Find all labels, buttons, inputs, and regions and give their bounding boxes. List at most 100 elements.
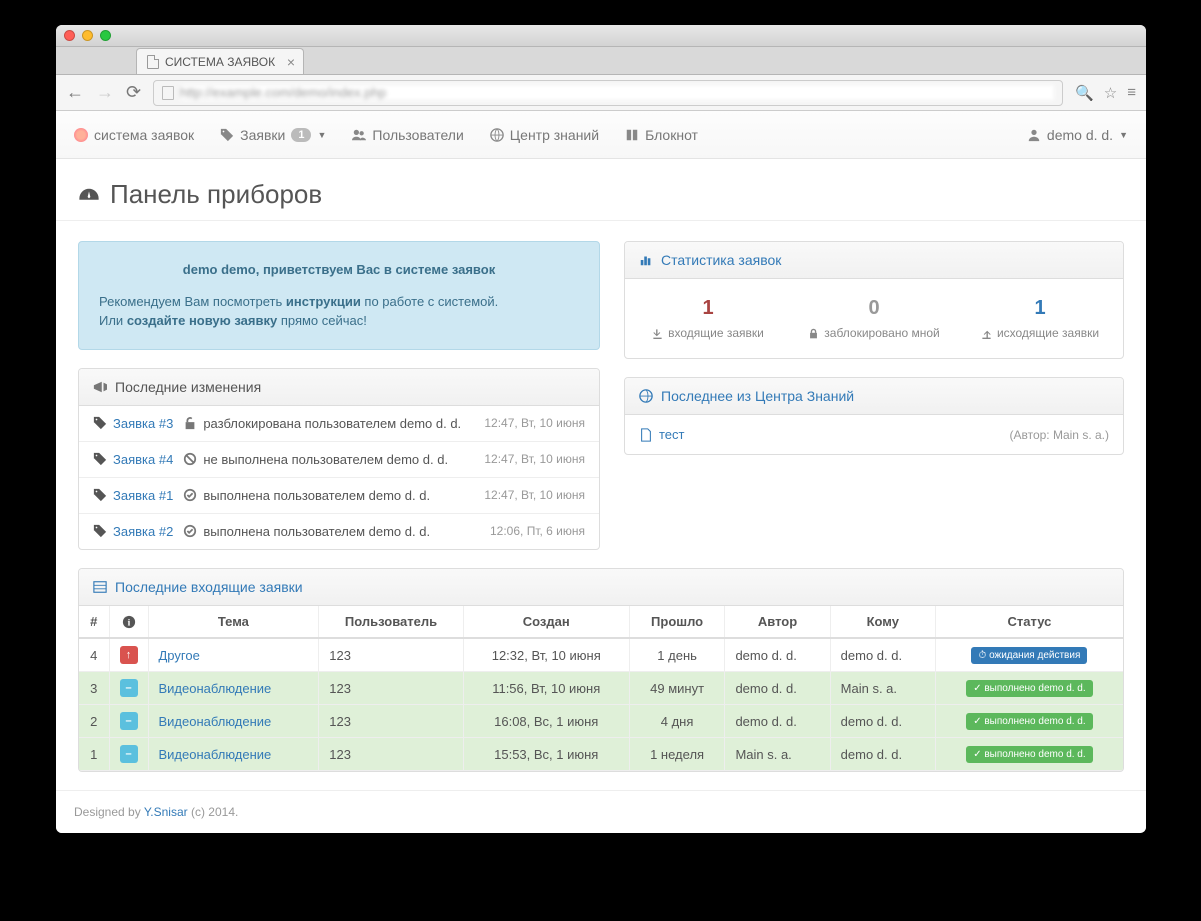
tab-close-icon[interactable]: × (287, 55, 295, 69)
book-icon (625, 128, 639, 142)
col-elapsed: Прошло (629, 606, 725, 639)
stat-outgoing[interactable]: 1 исходящие заявки (957, 297, 1123, 340)
window-zoom-icon[interactable] (100, 30, 111, 41)
nav-user-menu[interactable]: demo d. d. ▼ (1027, 127, 1128, 143)
page-icon (162, 86, 174, 100)
status-badge: ⏱ ожидания действия (971, 647, 1087, 664)
cell-to: Main s. a. (830, 672, 935, 705)
stat-label: заблокировано мной (824, 326, 939, 340)
cell-theme: Видеонаблюдение (148, 738, 319, 771)
nav-tickets[interactable]: Заявки 1 ▼ (220, 127, 326, 143)
forward-button[interactable]: → (96, 82, 114, 103)
knowledge-meta: (Автор: Main s. a.) (1009, 428, 1109, 442)
nav-knowledge[interactable]: Центр знаний (490, 127, 599, 143)
recent-changes-panel: Последние изменения Заявка #3 разблокиров… (78, 368, 600, 550)
stat-value: 0 (791, 297, 957, 320)
brand[interactable]: система заявок (74, 127, 194, 143)
divider (56, 220, 1146, 221)
menu-icon[interactable]: ≡ (1127, 84, 1136, 102)
welcome-box: demo demo, приветствуем Вас в системе за… (78, 241, 600, 350)
instructions-link[interactable]: инструкции (286, 294, 361, 309)
stat-incoming[interactable]: 1 входящие заявки (625, 297, 791, 340)
page-icon (147, 55, 159, 69)
search-icon[interactable]: 🔍 (1075, 84, 1094, 102)
tag-icon (93, 416, 107, 430)
caret-down-icon: ▼ (317, 130, 326, 140)
cell-theme: Видеонаблюдение (148, 705, 319, 738)
browser-tab[interactable]: СИСТЕМА ЗАЯВОК × (136, 48, 304, 74)
footer-link[interactable]: Y.Snisar (144, 805, 188, 819)
col-to: Кому (830, 606, 935, 639)
users-icon (352, 128, 366, 142)
change-row: Заявка #3 разблокирована пользователем de… (79, 406, 599, 442)
upload-icon (981, 328, 992, 339)
user-name: demo d. d. (1047, 127, 1113, 143)
cell-elapsed: 49 минут (629, 672, 725, 705)
dashboard-icon (78, 184, 100, 206)
theme-link[interactable]: Видеонаблюдение (159, 747, 272, 762)
stat-locked[interactable]: 0 заблокировано мной (791, 297, 957, 340)
window-close-icon[interactable] (64, 30, 75, 41)
col-status: Статус (935, 606, 1123, 639)
cell-status: ⏱ ожидания действия (935, 638, 1123, 672)
caret-down-icon: ▼ (1119, 130, 1128, 140)
theme-link[interactable]: Видеонаблюдение (159, 681, 272, 696)
nav-label: Центр знаний (510, 127, 599, 143)
nav-notepad[interactable]: Блокнот (625, 127, 698, 143)
ticket-link[interactable]: Заявка #3 (113, 416, 173, 431)
table-row[interactable]: 3–Видеонаблюдение12311:56, Вт, 10 июня49… (79, 672, 1123, 705)
back-button[interactable]: ← (66, 82, 84, 103)
cell-to: demo d. d. (830, 738, 935, 771)
tag-icon (93, 452, 107, 466)
tab-title: СИСТЕМА ЗАЯВОК (165, 55, 275, 69)
create-ticket-link[interactable]: создайте новую заявку (127, 313, 277, 328)
cell-theme: Другое (148, 638, 319, 672)
title-text: Панель приборов (110, 179, 322, 210)
url-input[interactable] (180, 85, 1054, 100)
panel-title: Последнее из Центра Знаний (661, 388, 854, 404)
nav-users[interactable]: Пользователи (352, 127, 463, 143)
knowledge-link[interactable]: тест (659, 427, 685, 442)
status-badge: ✓ выполнено demo d. d. (966, 713, 1092, 730)
brand-icon (74, 128, 88, 142)
tag-icon (93, 488, 107, 502)
change-row: Заявка #2выполнена пользователем demo d.… (79, 514, 599, 549)
table-row[interactable]: 2–Видеонаблюдение12316:08, Вс, 1 июня4 д… (79, 705, 1123, 738)
cell-priority: ↑ (109, 638, 148, 672)
priority-icon: – (120, 712, 138, 730)
welcome-title: demo demo, приветствуем Вас в системе за… (99, 260, 579, 280)
change-text: разблокирована пользователем demo d. d. (203, 416, 461, 431)
cell-num: 1 (79, 738, 109, 771)
ticket-link[interactable]: Заявка #1 (113, 488, 173, 503)
table-header-row: # i Тема Пользователь Создан Прошло Авто… (79, 606, 1123, 639)
cell-created: 11:56, Вт, 10 июня (463, 672, 629, 705)
bookmark-icon[interactable]: ☆ (1104, 84, 1117, 102)
ticket-link[interactable]: Заявка #2 (113, 524, 173, 539)
cell-created: 16:08, Вс, 1 июня (463, 705, 629, 738)
cell-author: demo d. d. (725, 638, 830, 672)
panel-title: Статистика заявок (661, 252, 781, 268)
browser-window: СИСТЕМА ЗАЯВОК × ← → ⟳ 🔍 ☆ ≡ система зая… (56, 25, 1146, 833)
theme-link[interactable]: Другое (159, 648, 200, 663)
cell-priority: – (109, 705, 148, 738)
cell-num: 3 (79, 672, 109, 705)
reload-button[interactable]: ⟳ (126, 82, 141, 103)
address-bar[interactable] (153, 80, 1063, 106)
change-row: Заявка #1выполнена пользователем demo d.… (79, 478, 599, 514)
cell-author: demo d. d. (725, 705, 830, 738)
globe-icon (639, 389, 653, 403)
change-timestamp: 12:47, Вт, 10 июня (484, 452, 585, 466)
panel-header: Последнее из Центра Знаний (625, 378, 1123, 415)
svg-text:i: i (127, 618, 130, 629)
inbox-table: # i Тема Пользователь Создан Прошло Авто… (79, 606, 1123, 772)
table-row[interactable]: 4↑Другое12312:32, Вт, 10 июня1 деньdemo … (79, 638, 1123, 672)
nav-label: Заявки (240, 127, 285, 143)
table-row[interactable]: 1–Видеонаблюдение12315:53, Вс, 1 июня1 н… (79, 738, 1123, 771)
ticket-link[interactable]: Заявка #4 (113, 452, 173, 467)
change-text: не выполнена пользователем demo d. d. (203, 452, 448, 467)
window-minimize-icon[interactable] (82, 30, 93, 41)
theme-link[interactable]: Видеонаблюдение (159, 714, 272, 729)
tab-strip: СИСТЕМА ЗАЯВОК × (56, 47, 1146, 75)
tag-icon (93, 524, 107, 538)
panel-title: Последние изменения (115, 379, 261, 395)
